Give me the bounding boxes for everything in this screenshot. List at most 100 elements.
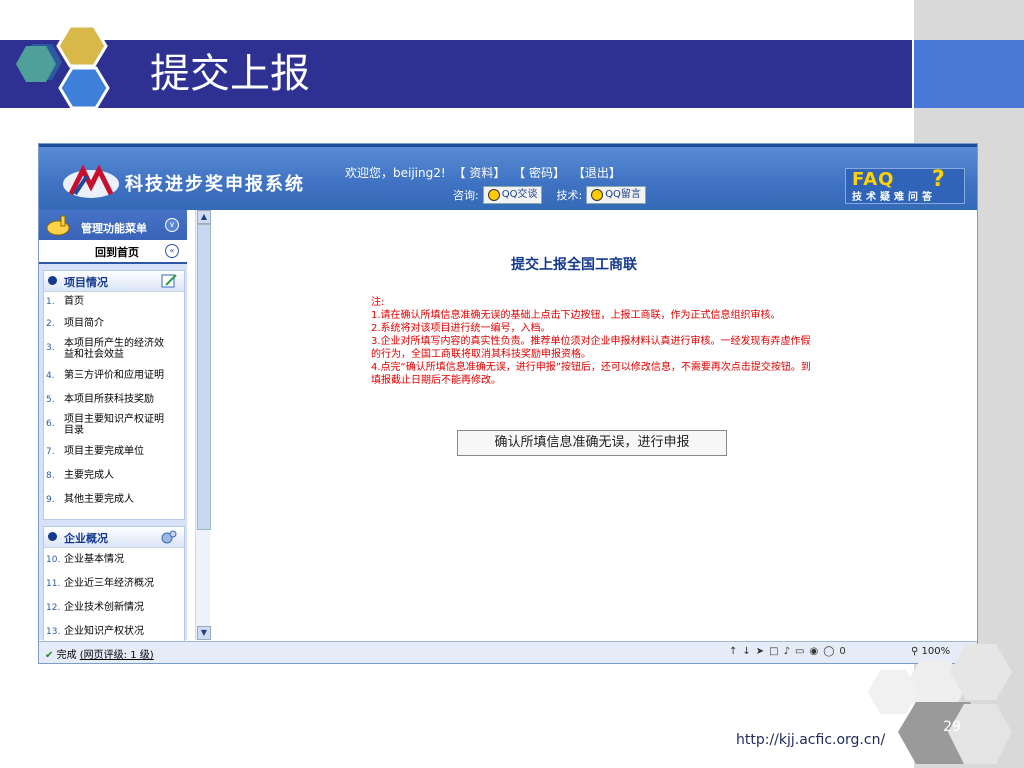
item-number: 6. [46, 419, 55, 429]
sidebar-item-label: 企业知识产权状况 [64, 626, 144, 637]
note-4: 4.点完“确认所填信息准确无误，进行申报”按钮后，还可以修改信息，不需要再次点击… [371, 362, 811, 386]
sidebar-item-units[interactable]: 7. 项目主要完成单位 [44, 440, 184, 464]
profile-link[interactable]: 【 资料】 [454, 166, 506, 180]
sidebar-item-label: 首页 [64, 296, 84, 307]
hexagon-logo-icon [16, 24, 110, 110]
sidebar-item-evaluation[interactable]: 4. 第三方评价和应用证明 [44, 364, 184, 388]
sidebar-item-label: 第三方评价和应用证明 [64, 370, 164, 381]
scroll-up-icon[interactable]: ▲ [197, 210, 211, 224]
slide-title-bar-extension [914, 40, 1024, 108]
bullet-icon [48, 532, 57, 541]
window-icon[interactable]: ▭ [795, 646, 809, 657]
item-number: 10. [46, 555, 61, 565]
slide-title-bar [0, 40, 912, 108]
main-content: 提交上报全国工商联 注: 1.请在确认所填信息准确无误的基础上点击下边按钮，上报… [211, 210, 977, 640]
status-done: ✔ 完成 (网页评级: 1 级) [45, 646, 154, 661]
brand-name: 科技进步奖申报系统 [125, 174, 305, 195]
main-title: 提交上报全国工商联 [511, 257, 637, 273]
note-3: 3.企业对所填写内容的真实性负责。推荐单位须对企业申报材料认真进行审核。一经发现… [371, 336, 811, 360]
item-number: 12. [46, 603, 61, 613]
sidebar-item-company-basics[interactable]: 10. 企业基本情况 [44, 548, 184, 572]
item-number: 3. [46, 343, 55, 353]
notes-heading: 注: [371, 297, 385, 308]
shield-icon[interactable]: ◯ [823, 646, 839, 657]
sidebar-item-benefits[interactable]: 3. 本项目所产生的经济效益和社会效益 [44, 336, 184, 364]
sidebar-scrollbar[interactable]: ▲ ▼ [195, 210, 211, 640]
item-number: 2. [46, 319, 55, 329]
sidebar-item-main-people[interactable]: 8. 主要完成人 [44, 464, 184, 488]
notes-block: 注: 1.请在确认所填信息准确无误的基础上点击下边按钮，上报工商联，作为正式信息… [371, 296, 811, 387]
item-number: 1. [46, 297, 55, 307]
qq-penguin-icon [591, 189, 604, 201]
company-overview-group: 企业概况 10. 企业基本情况 11. 企业近三年经济概况 12. 企业技术创新情况 … [43, 526, 185, 642]
sidebar-item-ip-certificates[interactable]: 6. 项目主要知识产权证明目录 [44, 412, 184, 440]
password-link[interactable]: 【 密码】 [513, 166, 565, 180]
confirm-submit-button[interactable]: 确认所填信息准确无误，进行申报 [457, 430, 727, 456]
menu-title: 管理功能菜单 [81, 222, 147, 235]
item-number: 8. [46, 471, 55, 481]
browser-screenshot: 科技进步奖申报系统 欢迎您，beijing2! 【 资料】 【 密码】 【退出】… [38, 143, 978, 664]
company-overview-title: 企业概况 [64, 532, 108, 545]
sidebar-item-label: 项目主要完成单位 [64, 446, 144, 457]
decorative-hexagons-icon [868, 644, 1012, 764]
menu-hand-icon [46, 215, 70, 236]
note-1: 1.请在确认所填信息准确无误的基础上点击下边按钮，上报工商联，作为正式信息组织审… [371, 310, 781, 321]
browser-statusbar: ✔ 完成 (网页评级: 1 级) ↑↓➤□♪▭◉◯0 ⚲ 100% [39, 641, 977, 663]
sidebar-item-label: 企业近三年经济概况 [64, 578, 154, 589]
edit-document-icon [161, 274, 177, 288]
gears-icon [161, 530, 177, 544]
sidebar-item-label: 本项目所产生的经济效益和社会效益 [64, 338, 164, 360]
blocked-count: 0 [839, 646, 851, 657]
qq-chat-button[interactable]: QQ交谈 [482, 186, 543, 204]
item-number: 7. [46, 447, 55, 457]
welcome-line: 欢迎您，beijing2! 【 资料】 【 密码】 【退出】 [345, 164, 621, 181]
up-arrow-icon[interactable]: ↑ [729, 646, 742, 657]
sidebar-item-awards[interactable]: 5. 本项目所获科技奖励 [44, 388, 184, 412]
qq-message-button[interactable]: QQ留言 [586, 186, 646, 204]
project-info-title: 项目情况 [64, 276, 108, 289]
home-label: 回到首页 [95, 246, 139, 259]
page-number: 29 [943, 719, 961, 735]
sidebar-item-project-intro[interactable]: 2. 项目简介 [44, 312, 184, 336]
scroll-down-icon[interactable]: ▼ [197, 626, 211, 640]
logout-link[interactable]: 【退出】 [573, 166, 621, 180]
sidebar-item-ip-status[interactable]: 13. 企业知识产权状况 [44, 620, 184, 641]
eye-icon[interactable]: ◉ [809, 646, 823, 657]
tech-label: 技术: [556, 189, 583, 202]
faq-button[interactable]: FAQ ? 技术疑难问答 [845, 167, 965, 204]
sidebar-item-innovation[interactable]: 12. 企业技术创新情况 [44, 596, 184, 620]
welcome-text: 欢迎您，beijing2! [345, 166, 446, 180]
sidebar-item-economics[interactable]: 11. 企业近三年经济概况 [44, 572, 184, 596]
sidebar-item-label: 企业技术创新情况 [64, 602, 144, 613]
sidebar-item-home[interactable]: 1. 首页 [44, 292, 184, 312]
faq-title: FAQ [852, 169, 895, 190]
brand-logo-icon [63, 164, 119, 198]
faq-subtitle: 技术疑难问答 [852, 192, 936, 203]
item-number: 11. [46, 579, 61, 589]
sidebar-menu-header: 管理功能菜单 ∨ 回到首页 « [39, 210, 187, 264]
lock-icon[interactable]: □ [769, 646, 783, 657]
sidebar-item-label: 项目简介 [64, 318, 104, 329]
page-rating-link[interactable]: (网页评级: 1 级) [80, 650, 154, 661]
scroll-thumb[interactable] [197, 224, 211, 530]
status-icons: ↑↓➤□♪▭◉◯0 [729, 646, 851, 657]
item-number: 9. [46, 495, 55, 505]
project-info-header[interactable]: 项目情况 [44, 271, 184, 292]
slide-title: 提交上报 [150, 51, 310, 97]
consult-label: 咨询: [453, 189, 479, 202]
home-link[interactable]: 回到首页 « [39, 240, 187, 262]
bullet-icon [48, 276, 57, 285]
double-left-arrow-icon[interactable]: « [165, 244, 179, 258]
app-header: 科技进步奖申报系统 欢迎您，beijing2! 【 资料】 【 密码】 【退出】… [39, 144, 977, 210]
sidebar-item-label: 本项目所获科技奖励 [64, 394, 154, 405]
down-arrow-icon[interactable]: ↓ [742, 646, 755, 657]
collapse-menu-icon[interactable]: ∨ [165, 218, 179, 232]
cursor-icon[interactable]: ➤ [756, 646, 769, 657]
status-done-label: 完成 [56, 650, 77, 661]
sidebar-item-other-people[interactable]: 9. 其他主要完成人 [44, 488, 184, 512]
sidebar-item-label: 其他主要完成人 [64, 494, 134, 505]
speaker-icon[interactable]: ♪ [784, 646, 795, 657]
note-2: 2.系统将对该项目进行统一编号，入档。 [371, 323, 551, 334]
project-info-group: 项目情况 1. 首页 2. 项目简介 3. 本项目所产生的经济效益和社会效益 4. 第三… [43, 270, 185, 520]
company-overview-header[interactable]: 企业概况 [44, 527, 184, 548]
